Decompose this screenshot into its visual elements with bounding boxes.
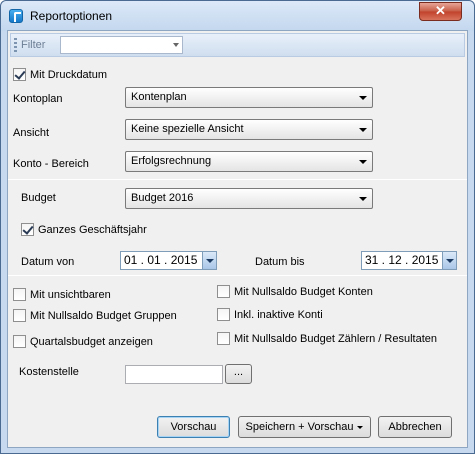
datum-bis-picker[interactable]: 31 . 12 . 2015: [361, 251, 457, 270]
konto-bereich-value: Erfolgsrechnung: [131, 155, 212, 167]
chevron-down-icon: [359, 160, 367, 164]
chevron-down-icon: [359, 128, 367, 132]
nullsaldo-konten-checkbox[interactable]: [217, 285, 230, 298]
separator: [8, 179, 467, 180]
budget-label: Budget: [21, 192, 56, 204]
quartalsbudget-checkbox[interactable]: [13, 335, 26, 348]
kontoplan-dropdown[interactable]: Kontenplan: [125, 87, 373, 108]
nullsaldo-gruppen-checkbox[interactable]: [13, 309, 26, 322]
mit-unsichtbaren-option[interactable]: Mit unsichtbaren: [13, 288, 111, 301]
filter-label: Filter: [21, 39, 46, 51]
datum-von-value[interactable]: 01 . 01 . 2015: [124, 253, 197, 267]
datum-von-label: Datum von: [21, 256, 75, 268]
mit-unsichtbaren-label: Mit unsichtbaren: [30, 288, 111, 301]
kontoplan-label: Kontoplan: [13, 93, 63, 105]
mit-unsichtbaren-checkbox[interactable]: [13, 288, 26, 301]
abbrechen-button[interactable]: Abbrechen: [378, 416, 452, 438]
konto-bereich-dropdown[interactable]: Erfolgsrechnung: [125, 151, 373, 172]
nullsaldo-zaehlern-checkbox[interactable]: [217, 332, 230, 345]
ansicht-label: Ansicht: [13, 127, 50, 139]
quartalsbudget-label: Quartalsbudget anzeigen: [30, 335, 153, 348]
ganzes-geschaeftsjahr-option[interactable]: Ganzes Geschäftsjahr: [21, 223, 147, 236]
datum-von-picker[interactable]: 01 . 01 . 2015: [120, 251, 217, 270]
ganzes-geschaeftsjahr-label: Ganzes Geschäftsjahr: [38, 223, 147, 236]
inaktive-konti-checkbox[interactable]: [217, 308, 230, 321]
chevron-down-icon: [359, 96, 367, 100]
filter-combobox[interactable]: [60, 36, 183, 54]
calendar-dropdown-icon[interactable]: [202, 252, 216, 269]
budget-dropdown[interactable]: Budget 2016: [125, 188, 373, 209]
app-icon: [9, 9, 23, 23]
separator: [8, 275, 467, 276]
ansicht-value: Keine spezielle Ansicht: [131, 123, 244, 135]
kostenstelle-browse-button[interactable]: ...: [225, 364, 252, 384]
mit-druckdatum-option[interactable]: Mit Druckdatum: [13, 68, 107, 81]
toolbar-grip-icon[interactable]: [14, 38, 17, 53]
title-bar[interactable]: Reportoptionen ✕: [1, 1, 474, 31]
datum-bis-label: Datum bis: [255, 256, 305, 268]
konto-bereich-label: Konto - Bereich: [13, 158, 89, 170]
filter-toolbar: Filter: [10, 33, 465, 57]
nullsaldo-zaehlern-option[interactable]: Mit Nullsaldo Budget Zählern / Resultate…: [217, 332, 437, 345]
nullsaldo-konten-label: Mit Nullsaldo Budget Konten: [234, 285, 373, 298]
nullsaldo-zaehlern-label: Mit Nullsaldo Budget Zählern / Resultate…: [234, 332, 437, 345]
kostenstelle-label: Kostenstelle: [19, 366, 79, 378]
ganzes-geschaeftsjahr-checkbox[interactable]: [21, 223, 34, 236]
inaktive-konti-label: Inkl. inaktive Konti: [234, 308, 323, 321]
budget-value: Budget 2016: [131, 192, 194, 204]
nullsaldo-gruppen-option[interactable]: Mit Nullsaldo Budget Gruppen: [13, 309, 177, 322]
ansicht-dropdown[interactable]: Keine spezielle Ansicht: [125, 119, 373, 140]
nullsaldo-gruppen-label: Mit Nullsaldo Budget Gruppen: [30, 309, 177, 322]
calendar-dropdown-icon[interactable]: [442, 252, 456, 269]
datum-bis-value[interactable]: 31 . 12 . 2015: [365, 253, 438, 267]
speichern-vorschau-button[interactable]: Speichern + Vorschau: [238, 416, 371, 438]
window-title: Reportoptionen: [30, 9, 113, 23]
kostenstelle-input[interactable]: [125, 365, 223, 384]
report-options-dialog: Reportoptionen ✕ Filter Mit Druckdatum K…: [0, 0, 475, 454]
chevron-down-icon[interactable]: [173, 43, 179, 47]
mit-druckdatum-checkbox[interactable]: [13, 68, 26, 81]
nullsaldo-konten-option[interactable]: Mit Nullsaldo Budget Konten: [217, 285, 373, 298]
mit-druckdatum-label: Mit Druckdatum: [30, 68, 108, 81]
split-arrow-icon[interactable]: [357, 425, 364, 429]
kontoplan-value: Kontenplan: [131, 91, 187, 103]
close-button[interactable]: ✕: [419, 2, 462, 21]
dialog-body: Filter Mit Druckdatum Kontoplan Kontenpl…: [7, 30, 468, 448]
speichern-vorschau-label: Speichern + Vorschau: [245, 421, 354, 433]
vorschau-button[interactable]: Vorschau: [157, 416, 230, 438]
quartalsbudget-option[interactable]: Quartalsbudget anzeigen: [13, 335, 153, 348]
inaktive-konti-option[interactable]: Inkl. inaktive Konti: [217, 308, 323, 321]
chevron-down-icon: [359, 197, 367, 201]
